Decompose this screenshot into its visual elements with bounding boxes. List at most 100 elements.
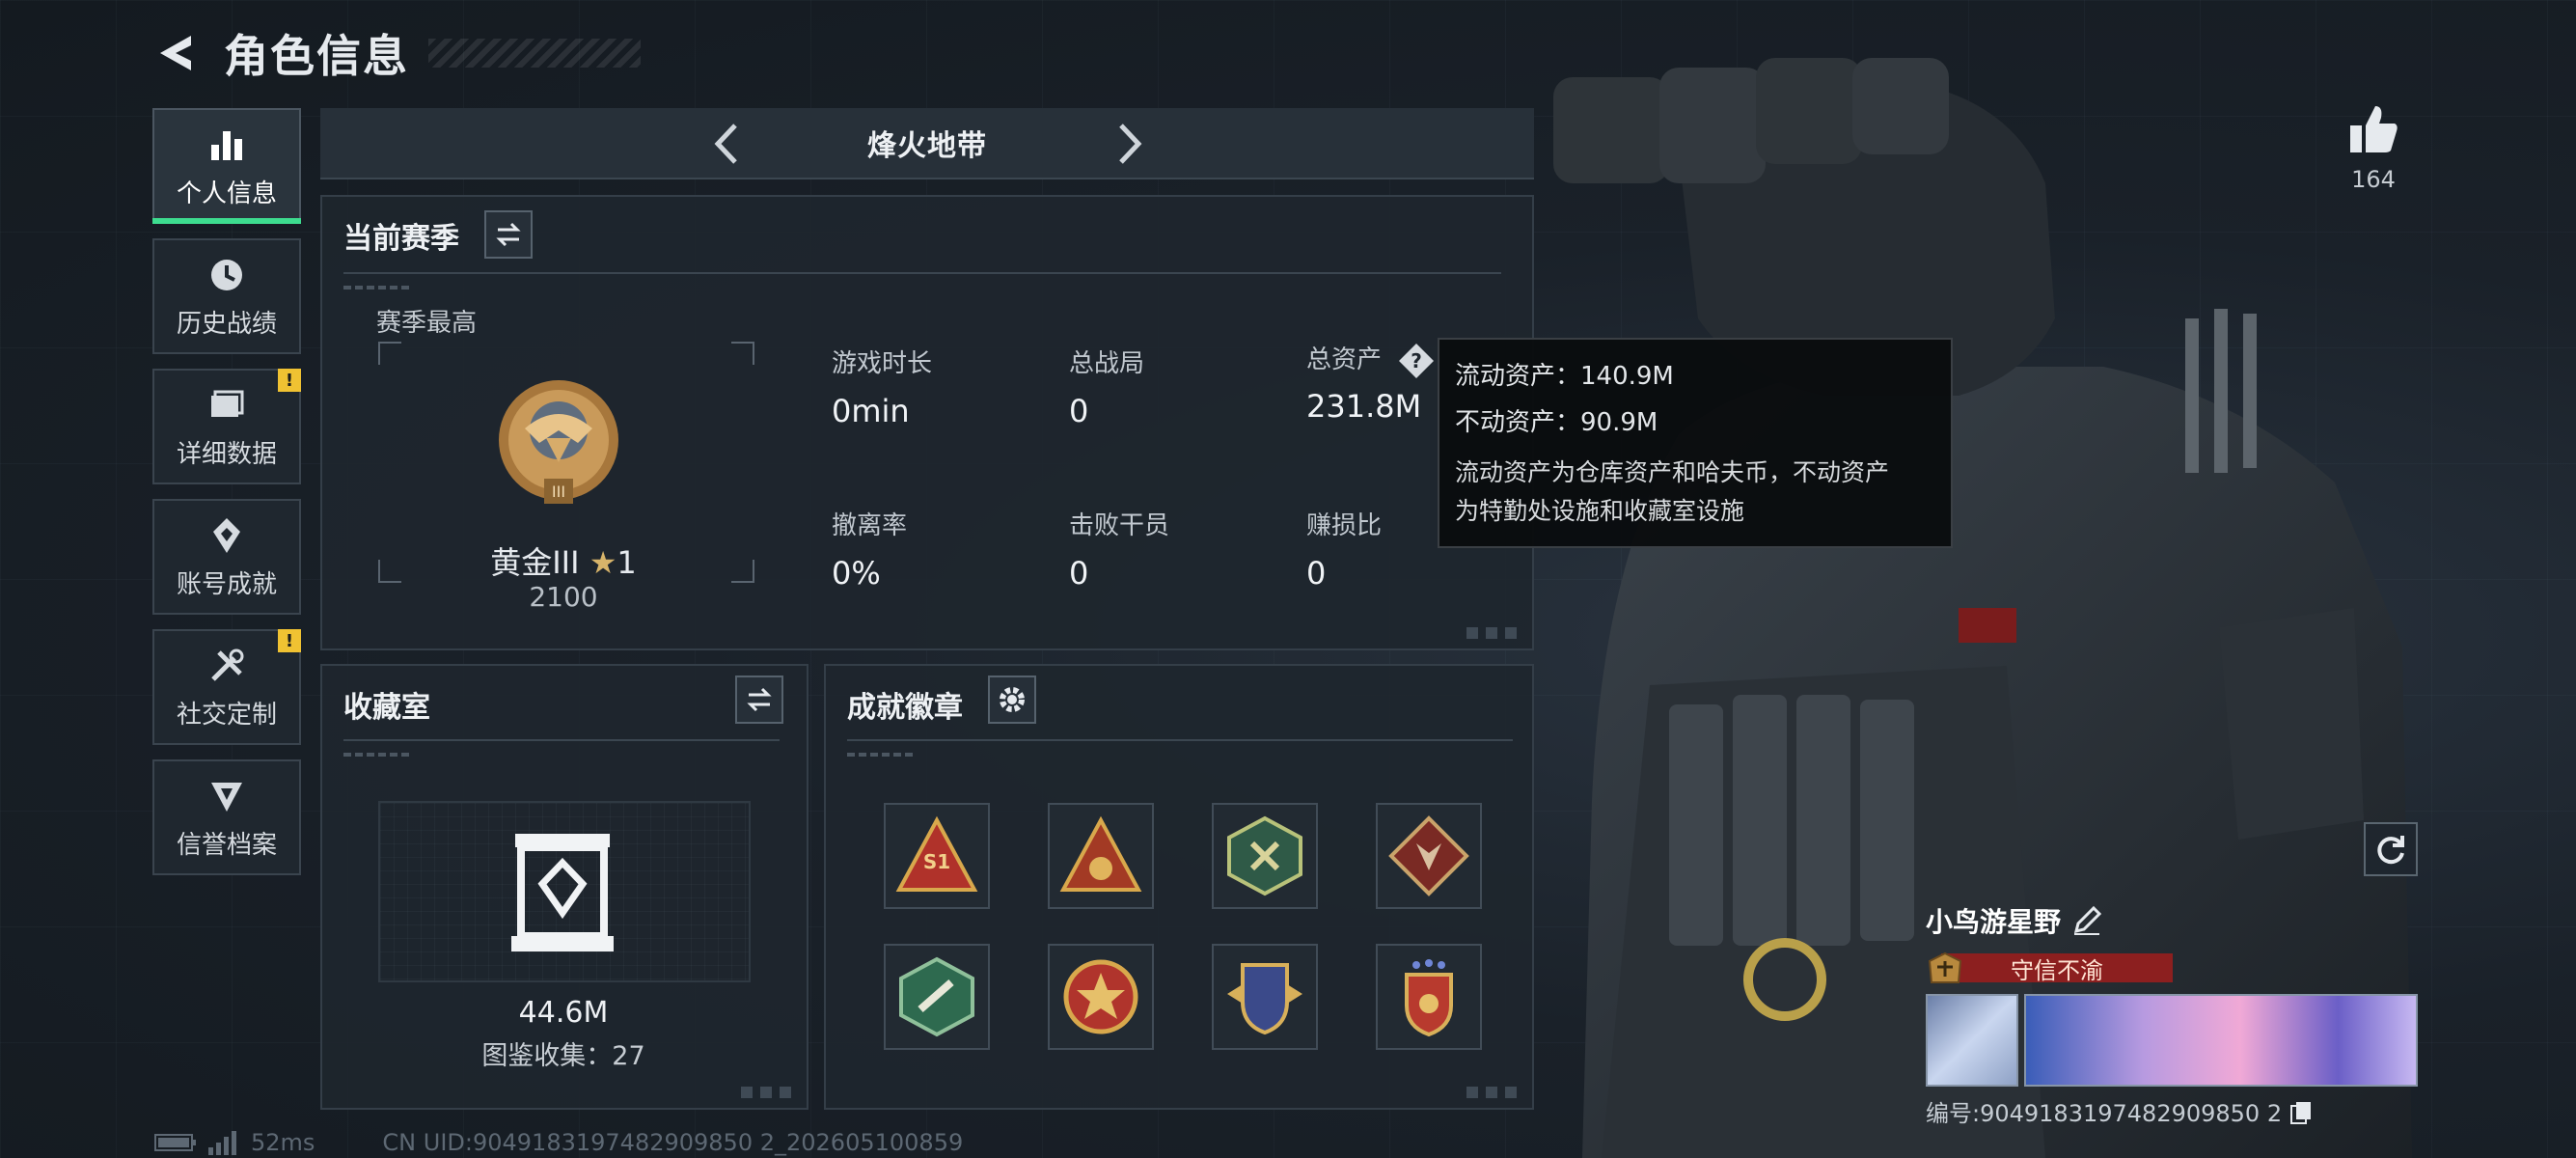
rotate-character-button[interactable] <box>2364 822 2418 876</box>
liquid-assets: 流动资产：140.9M <box>1455 362 1674 391</box>
sidebar-item-achievements[interactable]: 账号成就 <box>152 499 301 615</box>
edit-pencil-icon[interactable] <box>2070 904 2103 937</box>
green-hex-badge-icon <box>1227 815 1302 896</box>
clock-icon <box>211 259 242 290</box>
help-icon[interactable]: ? <box>1397 342 1436 380</box>
sidebar-item-label: 个人信息 <box>176 179 277 208</box>
mode-selector: 烽火地带 <box>320 108 1534 179</box>
badge-s1[interactable]: S1 <box>884 803 990 909</box>
refresh-icon <box>2377 836 2404 865</box>
season-panel: 当前赛季 赛季最高 III 黄金III ★1 2100 游戏时长 0min 总战… <box>320 195 1534 650</box>
badge-gold-triangle[interactable] <box>1048 803 1154 909</box>
sidebar-item-label: 详细数据 <box>176 439 277 469</box>
season-title: 当前赛季 <box>343 222 459 256</box>
player-card: 小鸟游星野 守信不渝 编号:9049183197482909850 2 <box>1926 901 2418 1128</box>
display-case-icon[interactable] <box>511 830 614 955</box>
gear-icon <box>1000 687 1025 712</box>
sidebar-item-label: 信誉档案 <box>176 830 277 860</box>
collection-panel: 收藏室 44.6M 图鉴收集：27 <box>320 664 808 1110</box>
player-name: 小鸟游星野 <box>1926 906 2062 938</box>
folder-icon <box>211 390 244 417</box>
bar-chart-icon <box>211 130 242 160</box>
gold-triangle-badge-icon <box>1059 815 1142 892</box>
sidebar-item-reputation[interactable]: 信誉档案 <box>152 759 301 875</box>
sidebar-item-history[interactable]: 历史战绩 <box>152 238 301 354</box>
sidebar-item-label: 历史战绩 <box>176 309 277 339</box>
prev-mode-arrow-icon[interactable] <box>702 118 754 170</box>
back-arrow-icon[interactable] <box>152 28 203 78</box>
wolf-badge-icon <box>1388 815 1469 896</box>
s1-badge-icon: S1 <box>895 815 978 892</box>
sidebar-item-social[interactable]: 社交定制 ! <box>152 629 301 745</box>
page-title: 角色信息 <box>224 30 409 82</box>
sidebar: 个人信息 历史战绩 详细数据 ! 账号成就 社交定制 ! 信誉档案 <box>152 108 301 890</box>
star-icon: ★ <box>589 544 617 581</box>
swap-icon <box>747 687 772 712</box>
total-assets-label: 总资产 <box>1306 345 1383 374</box>
tooltip-description-2: 为特勤处设施和收藏室设施 <box>1455 497 1745 525</box>
stat-profit-ratio: 赚损比 0 <box>1306 511 1383 592</box>
stat-total-assets: 总资产 ? 231.8M <box>1306 340 1436 425</box>
badges-settings-button[interactable] <box>988 676 1036 724</box>
stat-total-matches: 总战局 0 <box>1069 349 1145 429</box>
copy-icon[interactable] <box>2288 1098 2315 1125</box>
season-best-label: 赛季最高 <box>376 309 478 338</box>
sidebar-item-label: 账号成就 <box>176 569 277 599</box>
swap-icon <box>496 222 521 247</box>
badge-shield-wing[interactable] <box>1212 944 1318 1050</box>
player-id: 编号:9049183197482909850 2 <box>1926 1100 2283 1127</box>
sidebar-item-label: 社交定制 <box>176 700 277 730</box>
reputation-icon <box>211 782 242 812</box>
like-counter[interactable]: 164 <box>2335 100 2412 193</box>
fixed-assets: 不动资产：90.9M <box>1455 408 1658 437</box>
collection-value: 44.6M <box>518 996 609 1030</box>
stat-operators-defeated: 击败干员 0 <box>1069 511 1170 592</box>
collection-title: 收藏室 <box>343 691 430 725</box>
scales-icon <box>1928 951 1962 983</box>
sidebar-item-detailed-data[interactable]: 详细数据 ! <box>152 369 301 484</box>
star-medal-badge-icon <box>1063 959 1138 1034</box>
shield-wing-badge-icon <box>1227 963 1302 1035</box>
stars-shield-badge-icon <box>1405 959 1453 1037</box>
green-tool-badge-icon <box>899 956 974 1037</box>
next-mode-arrow-icon[interactable] <box>1102 118 1154 170</box>
header-decoration <box>428 39 641 68</box>
badge-wolf[interactable] <box>1376 803 1482 909</box>
collection-count: 图鉴收集：27 <box>481 1041 645 1071</box>
collection-switch-button[interactable] <box>735 676 783 724</box>
like-count: 164 <box>2351 166 2396 193</box>
ping-value: 52ms <box>251 1129 315 1156</box>
mode-title: 烽火地带 <box>867 129 987 163</box>
rank-name-line: 黄金III ★1 <box>322 538 805 583</box>
rank-score: 2100 <box>529 581 598 613</box>
page-header: 角色信息 <box>152 19 641 87</box>
alert-badge: ! <box>278 629 301 652</box>
account-uid: CN UID:9049183197482909850 2_20260510085… <box>382 1129 964 1156</box>
tooltip-description-1: 流动资产为仓库资产和哈夫币，不动资产 <box>1455 458 1890 486</box>
season-switch-button[interactable] <box>484 210 533 259</box>
gold-rank-emblem-icon: III <box>499 380 618 504</box>
sidebar-item-personal-info[interactable]: 个人信息 <box>152 108 301 224</box>
alert-badge: ! <box>278 369 301 392</box>
player-banner[interactable] <box>2024 994 2418 1087</box>
svg-text:?: ? <box>1411 349 1422 372</box>
badge-green-tool[interactable] <box>884 944 990 1050</box>
tools-icon <box>211 648 244 681</box>
badges-title: 成就徽章 <box>847 691 963 725</box>
achievement-icon <box>213 517 240 553</box>
rank-stars: 1 <box>617 544 637 581</box>
rank-name: 黄金III <box>490 544 580 581</box>
badge-stars-shield[interactable] <box>1376 944 1482 1050</box>
badge-green-hex[interactable] <box>1212 803 1318 909</box>
reputation-title: 守信不渝 <box>1941 953 2173 984</box>
reputation-row: 守信不渝 <box>1926 951 2173 984</box>
player-avatar[interactable] <box>1926 994 2018 1087</box>
svg-text:III: III <box>552 482 565 501</box>
badge-star-medal[interactable] <box>1048 944 1154 1050</box>
svg-text:S1: S1 <box>923 850 950 873</box>
assets-tooltip: 流动资产：140.9M 不动资产：90.9M 流动资产为仓库资产和哈夫币，不动资… <box>1438 338 1953 548</box>
status-footer: 52ms CN UID:9049183197482909850 2_202605… <box>154 1129 963 1156</box>
stat-playtime: 游戏时长 0min <box>832 349 933 429</box>
thumbs-up-icon[interactable] <box>2344 100 2402 158</box>
player-images <box>1926 994 2418 1087</box>
